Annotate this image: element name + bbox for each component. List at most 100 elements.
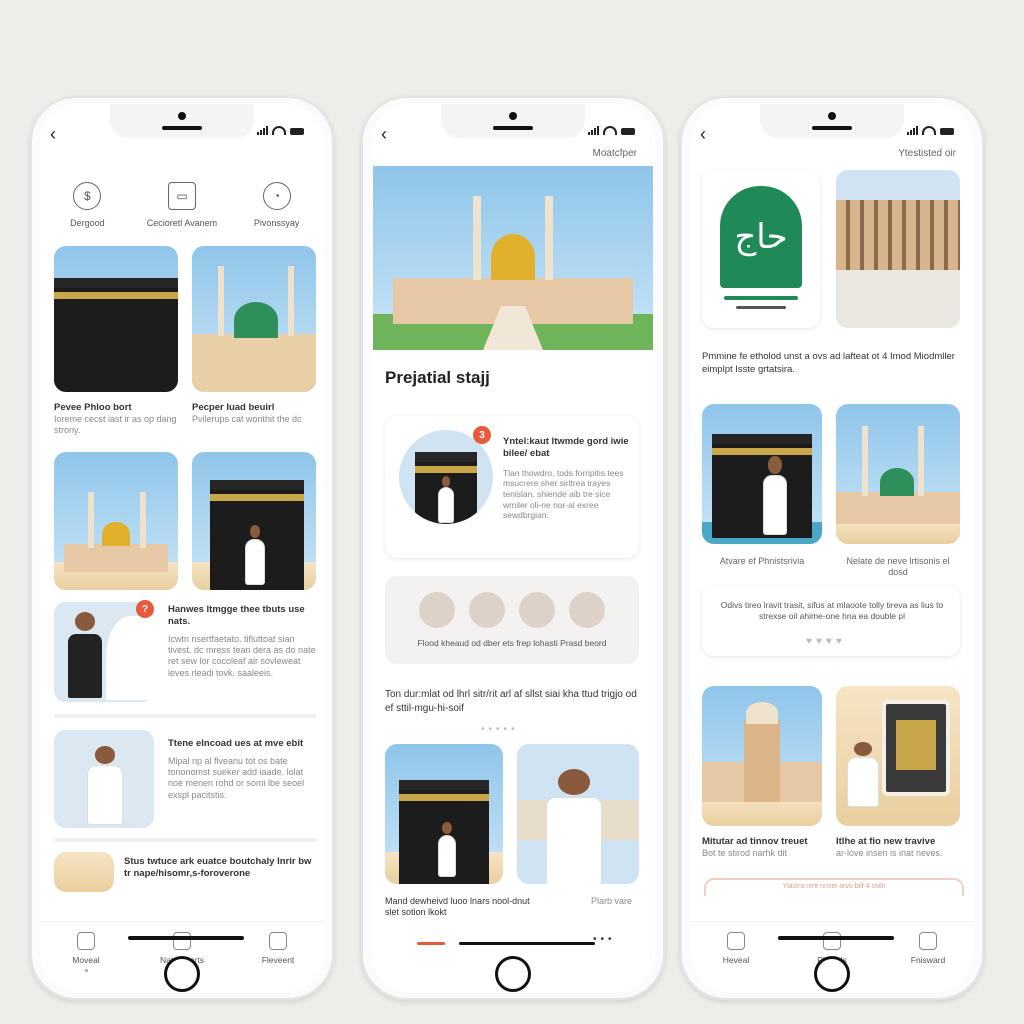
wifi-icon [603, 126, 617, 135]
divider [54, 838, 316, 842]
gold-dome [102, 522, 130, 546]
user-icon [269, 932, 287, 950]
minaret [473, 196, 481, 280]
card-title: Pecper Iuad beuirl [192, 402, 275, 413]
tower-image-card[interactable] [702, 686, 822, 826]
top-nav-item-3[interactable]: ◔ Pivonssyay [232, 182, 322, 228]
kaaba-circle-image [399, 430, 493, 524]
tab-label: Moveal [72, 955, 100, 965]
kaaba-image-card[interactable] [385, 744, 503, 884]
list-item-body: Icwtn nsertfaetato. tifluttoat sian tive… [168, 633, 316, 678]
mosque-building [192, 334, 316, 392]
white-cloth [106, 616, 154, 700]
pilgrim-figure [88, 746, 122, 824]
pilgrim-image[interactable] [54, 730, 154, 828]
card-caption: Mand dewheivd luoo lnars nool-dnut slet … [385, 896, 530, 918]
top-nav-label: Pivonssyay [253, 218, 300, 228]
mosque-thumb[interactable] [54, 852, 114, 892]
notch [441, 104, 585, 138]
list-item-text: Stus twtuce ark euatce boutchaly Inrir b… [124, 856, 320, 880]
back-icon[interactable]: ‹ [381, 124, 387, 145]
tower [744, 720, 780, 802]
person-icon [77, 932, 95, 950]
home-indicator [128, 936, 244, 940]
pilgrim-icon[interactable] [519, 592, 555, 628]
kaaba-image-card[interactable] [702, 404, 822, 544]
more-icon[interactable]: ••• [593, 934, 616, 945]
mosque-building [836, 492, 960, 524]
quran-stand [882, 700, 950, 796]
minaret [862, 426, 868, 496]
card-caption: Atvare ef Phnistsrivia [719, 556, 805, 566]
kaaba-image-card[interactable] [54, 246, 178, 392]
basket-icon[interactable] [469, 592, 505, 628]
promo-banner[interactable]: Ylastra ntre nnste arvo bilf 4 ssiln [704, 878, 964, 896]
back-icon[interactable]: ‹ [700, 124, 706, 145]
user-icon: ◔ [262, 182, 291, 210]
top-nav-label: Dergood [70, 218, 105, 228]
screen-3: ‹ Ytestisted oir حاج Pmmine fe etholod u… [690, 104, 974, 992]
top-note: Ytestisted oir [898, 148, 956, 159]
mosque-image-card[interactable] [192, 246, 316, 392]
notch [760, 104, 904, 138]
status-bar [907, 126, 954, 135]
pilgrim-figure [246, 525, 264, 584]
coin-icon: $ [73, 182, 102, 210]
person-icon[interactable] [419, 592, 455, 628]
kaaba-illustration [712, 434, 812, 538]
home-button[interactable] [495, 956, 531, 992]
top-nav-item-2[interactable]: ▭ Cecioretl Avanem [137, 182, 227, 228]
book-icon [173, 932, 191, 950]
mosque-image-card[interactable] [836, 404, 960, 544]
list-item-text: Ttene elncoad ues at mve ebit Mipal np a… [168, 738, 318, 801]
colonnade-image-card[interactable] [836, 170, 960, 328]
note-card[interactable]: Odivs tireo lravit trasit, sifus at mlao… [702, 586, 960, 656]
pilgrim-figure [848, 741, 878, 806]
green-dome [234, 302, 278, 338]
tab-fleveent[interactable]: Fleveent [238, 932, 318, 965]
top-note: Moatcfper [592, 148, 637, 159]
list-item-body: Mipal np al flveanu tot os bate tononoms… [168, 755, 305, 800]
grand-mosque-image-card[interactable] [54, 452, 178, 590]
tab-heveal[interactable]: Heveal [696, 932, 776, 965]
tower-dome [746, 702, 778, 724]
mosque-building [64, 544, 168, 572]
pager-dots[interactable]: ••••• [481, 724, 519, 735]
tab-fnisward[interactable]: Fnisward [888, 932, 968, 965]
calligraphy-line [724, 296, 798, 300]
battery-icon [621, 128, 635, 135]
tab-label: Heveal [722, 955, 750, 965]
kaaba-pilgrim-image-card[interactable] [192, 452, 316, 590]
minaret [288, 266, 294, 336]
prayer-image[interactable] [54, 602, 154, 702]
pilgrim-figure [547, 768, 601, 884]
praying-figure [68, 612, 102, 698]
battery-icon [940, 128, 954, 135]
pilgrim-image-card[interactable] [517, 744, 639, 884]
info-card[interactable]: 3 Yntel:kaut ltwmde gord iwie bilee/ eba… [385, 416, 639, 558]
wifi-icon [272, 126, 286, 135]
card-subtitle: Bot te stirod narhk dit [702, 847, 788, 858]
info-card-text: Yntel:kaut ltwmde gord iwie bilee/ ebat … [503, 436, 631, 521]
info-card-title: Yntel:kaut ltwmde gord iwie bilee/ ebat [503, 436, 629, 459]
gold-dome [491, 234, 535, 280]
tab-moveal[interactable]: Moveal [46, 932, 126, 972]
card-title: Itlhe at fio new travive [836, 836, 936, 847]
card-subtitle: ar-love insen is inat neves. [836, 847, 943, 858]
quran-page [896, 720, 936, 770]
calligraphy-card[interactable]: حاج [702, 170, 820, 328]
icon-row-caption: Flood kheaud od dber ets frep lohasti Pr… [417, 638, 607, 648]
section-title: Prejatial stajj [385, 368, 490, 387]
card-subtitle: Pvilerups cat wonthit the dc [192, 413, 302, 424]
top-nav-item-1[interactable]: $ Dergood [42, 182, 132, 228]
heart-icon[interactable] [569, 592, 605, 628]
quran-image-card[interactable] [836, 686, 960, 826]
card-title: Pevee Phloo bort [54, 402, 132, 413]
top-nav: $ Dergood ▭ Cecioretl Avanem ◔ Pivonssya… [40, 182, 324, 228]
hero-mosque-image[interactable] [373, 166, 653, 350]
pager-dots[interactable]: ♥♥♥♥ [806, 636, 846, 647]
paragraph: Pmmine fe etholod unst a ovs ad lafteat … [702, 351, 955, 376]
back-icon[interactable]: ‹ [50, 124, 56, 145]
home-button[interactable] [164, 956, 200, 992]
home-button[interactable] [814, 956, 850, 992]
